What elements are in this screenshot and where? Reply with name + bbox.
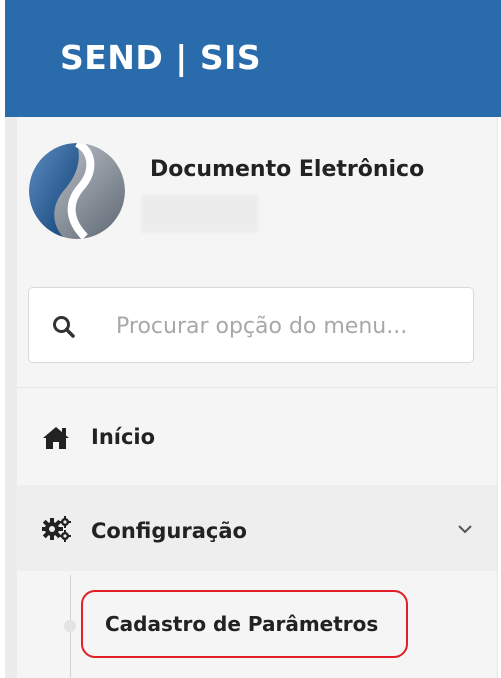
- gears-icon: [42, 516, 71, 542]
- submenu-item-cadastro-parametros[interactable]: Cadastro de Parâmetros: [81, 590, 408, 658]
- chevron-down-icon[interactable]: [455, 519, 475, 539]
- sidebar-item-inicio[interactable]: Início: [17, 398, 497, 478]
- sidebar-item-configuracao[interactable]: Configuração: [17, 485, 497, 571]
- submenu-item-label: Cadastro de Parâmetros: [105, 612, 379, 636]
- sidebar-left-border: [5, 117, 17, 678]
- home-icon: [43, 427, 69, 449]
- sidebar-item-label: Início: [91, 425, 156, 449]
- search-input[interactable]: [114, 306, 458, 346]
- avatar: [29, 143, 125, 239]
- user-panel: Documento Eletrônico: [17, 135, 497, 255]
- app-brand[interactable]: SEND | SIS: [60, 38, 261, 77]
- sidebar-divider: [17, 387, 497, 388]
- top-header: SEND | SIS: [5, 0, 501, 117]
- search-icon: [53, 316, 75, 338]
- content-edge: [497, 117, 501, 678]
- user-status-blurred: [141, 195, 258, 233]
- search-box[interactable]: [28, 287, 474, 363]
- avatar-logo-icon: [29, 143, 125, 239]
- sidebar-item-label: Configuração: [91, 519, 247, 543]
- user-name: Documento Eletrônico: [150, 157, 425, 182]
- submenu-bullet: [64, 620, 76, 632]
